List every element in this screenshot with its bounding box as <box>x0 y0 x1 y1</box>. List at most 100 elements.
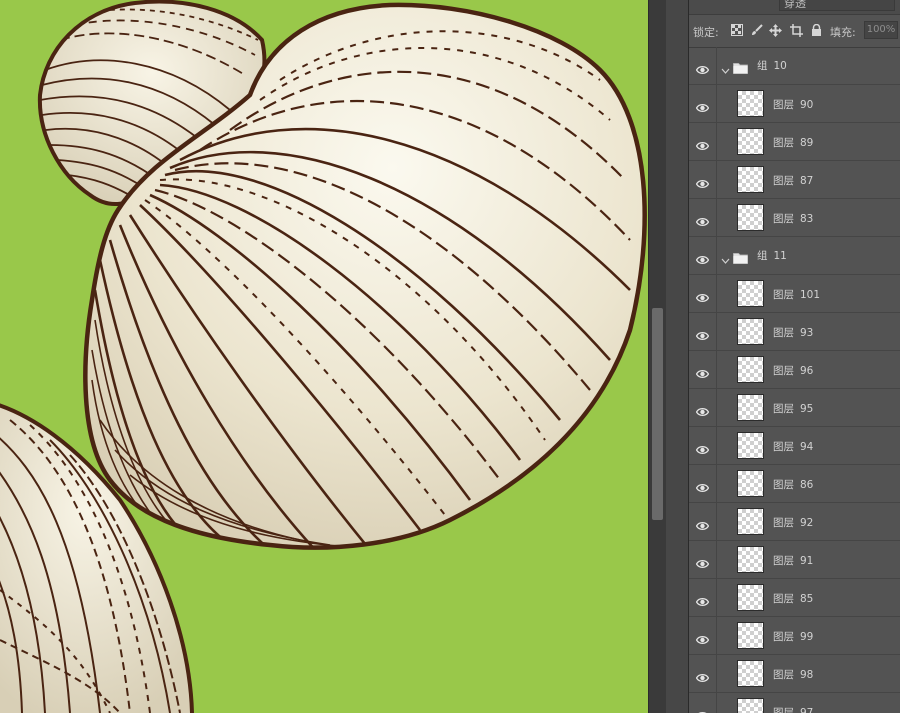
eye-icon[interactable] <box>695 478 710 497</box>
layer-row[interactable]: 图层 92 <box>689 503 900 541</box>
eye-icon[interactable] <box>695 288 710 307</box>
eye-icon[interactable] <box>696 706 709 713</box>
canvas-scroll-thumb[interactable] <box>652 308 663 520</box>
eye-icon[interactable] <box>695 668 710 687</box>
blend-mode-select[interactable]: 穿透 <box>779 0 895 11</box>
layer-thumbnail <box>737 166 764 193</box>
layer-row[interactable]: 图层 98 <box>689 655 900 693</box>
visibility-toggle[interactable] <box>689 161 717 199</box>
visibility-toggle[interactable] <box>689 617 717 655</box>
visibility-toggle[interactable] <box>689 123 717 161</box>
lock-paint-brush-icon[interactable] <box>750 24 763 37</box>
visibility-toggle[interactable] <box>689 579 717 617</box>
layer-thumbnail <box>737 356 764 383</box>
layers-panel: 穿透 锁定: 填充: 100% 组 10 图层 90 图层 89 图层 87 图层 83 组 11 图层… <box>689 0 900 713</box>
layer-row[interactable]: 图层 83 <box>689 199 900 237</box>
eye-icon[interactable] <box>695 440 710 459</box>
chevron-down-icon[interactable] <box>721 250 730 269</box>
visibility-toggle[interactable] <box>689 85 717 123</box>
visibility-toggle[interactable] <box>689 47 717 85</box>
lock-all-icon[interactable] <box>810 23 823 37</box>
eye-icon[interactable] <box>695 592 710 611</box>
blend-mode-value: 穿透 <box>784 0 806 10</box>
folder-icon <box>733 59 748 78</box>
layer-row[interactable]: 图层 101 <box>689 275 900 313</box>
layer-row[interactable]: 图层 95 <box>689 389 900 427</box>
layer-thumbnail <box>737 470 764 497</box>
eye-icon[interactable] <box>695 516 710 535</box>
layer-list: 组 10 图层 90 图层 89 图层 87 图层 83 组 11 图层 101 图层 93 图层 96 图层 95 图… <box>689 47 900 713</box>
layer-row[interactable]: 图层 91 <box>689 541 900 579</box>
layer-thumbnail <box>737 204 764 231</box>
layer-thumbnail <box>737 660 764 687</box>
visibility-toggle[interactable] <box>689 693 717 713</box>
eye-icon[interactable] <box>695 402 710 421</box>
visibility-toggle[interactable] <box>689 503 717 541</box>
blend-options-row: 穿透 <box>689 0 900 15</box>
layer-name: 图层 90 <box>773 99 814 111</box>
layer-name: 图层 96 <box>773 365 814 377</box>
chevron-down-icon[interactable] <box>721 60 730 79</box>
visibility-toggle[interactable] <box>689 655 717 693</box>
visibility-toggle[interactable] <box>689 465 717 503</box>
layer-row[interactable]: 图层 94 <box>689 427 900 465</box>
fill-label: 填充: <box>830 26 856 39</box>
group-name: 组 11 <box>757 250 787 262</box>
fill-value-field[interactable]: 100% <box>864 21 898 39</box>
group-name: 组 10 <box>757 60 787 72</box>
layer-name: 图层 86 <box>773 479 814 491</box>
layer-row[interactable]: 图层 87 <box>689 161 900 199</box>
layer-thumbnail <box>737 622 764 649</box>
panel-dock-strip <box>666 0 689 713</box>
layer-thumbnail <box>737 546 764 573</box>
layer-name: 图层 99 <box>773 631 814 643</box>
layer-name: 图层 98 <box>773 669 814 681</box>
layer-thumbnail <box>737 508 764 535</box>
layer-name: 图层 85 <box>773 593 814 605</box>
layer-row[interactable]: 图层 90 <box>689 85 900 123</box>
folder-icon <box>733 249 748 268</box>
eye-icon[interactable] <box>695 250 710 269</box>
visibility-toggle[interactable] <box>689 313 717 351</box>
lock-label: 锁定: <box>693 26 719 39</box>
layer-group-row[interactable]: 组 10 <box>689 47 900 85</box>
document-canvas[interactable] <box>0 0 648 713</box>
eye-icon[interactable] <box>695 630 710 649</box>
eye-icon[interactable] <box>695 60 710 79</box>
layer-name: 图层 95 <box>773 403 814 415</box>
visibility-toggle[interactable] <box>689 275 717 313</box>
visibility-toggle[interactable] <box>689 351 717 389</box>
lock-transparent-icon[interactable] <box>730 24 743 37</box>
garlic-illustration <box>0 0 648 713</box>
layer-thumbnail <box>737 432 764 459</box>
visibility-toggle[interactable] <box>689 237 717 275</box>
eye-icon[interactable] <box>695 326 710 345</box>
eye-icon[interactable] <box>695 212 710 231</box>
layer-row[interactable]: 图层 85 <box>689 579 900 617</box>
eye-icon[interactable] <box>695 174 710 193</box>
layer-row[interactable]: 图层 96 <box>689 351 900 389</box>
eye-icon[interactable] <box>695 136 710 155</box>
layer-row[interactable]: 图层 99 <box>689 617 900 655</box>
layer-name: 图层 83 <box>773 213 814 225</box>
eye-icon[interactable] <box>695 98 710 117</box>
layer-row[interactable]: 图层 97 <box>689 693 900 713</box>
visibility-toggle[interactable] <box>689 427 717 465</box>
lock-artboard-icon[interactable] <box>790 24 803 37</box>
eye-icon[interactable] <box>695 364 710 383</box>
visibility-toggle[interactable] <box>689 389 717 427</box>
layer-row[interactable]: 图层 93 <box>689 313 900 351</box>
layer-row[interactable]: 图层 86 <box>689 465 900 503</box>
layer-thumbnail <box>737 280 764 307</box>
visibility-toggle[interactable] <box>689 199 717 237</box>
eye-icon[interactable] <box>695 554 710 573</box>
layer-name: 图层 92 <box>773 517 814 529</box>
lock-row: 锁定: 填充: 100% <box>689 15 900 48</box>
layer-name: 图层 87 <box>773 175 814 187</box>
lock-position-move-icon[interactable] <box>769 24 782 37</box>
canvas-vertical-scrollbar[interactable] <box>648 0 667 713</box>
layer-thumbnail <box>737 394 764 421</box>
layer-group-row[interactable]: 组 11 <box>689 237 900 275</box>
visibility-toggle[interactable] <box>689 541 717 579</box>
layer-row[interactable]: 图层 89 <box>689 123 900 161</box>
